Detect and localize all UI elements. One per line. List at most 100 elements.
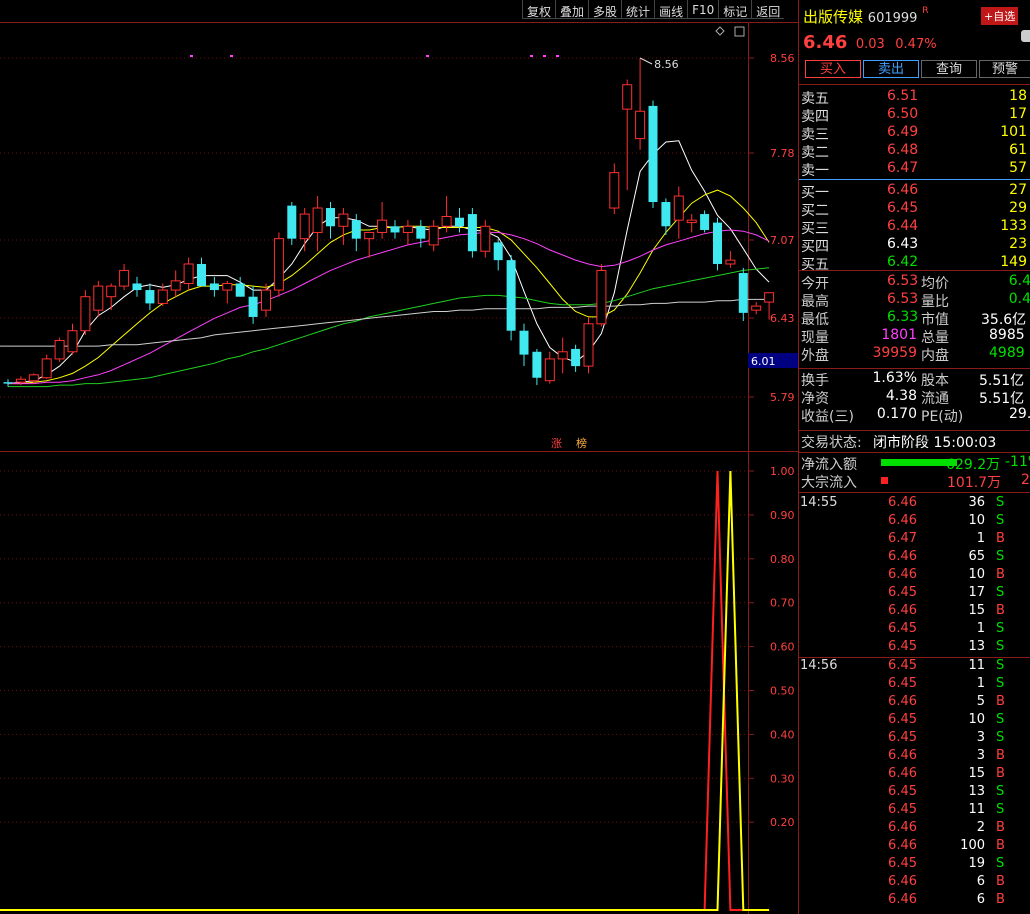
tick-row: 6.45 13 S — [799, 784, 1030, 802]
tick-price: 6.46 — [888, 748, 917, 763]
level-label: 卖五 — [801, 91, 829, 107]
stat-label: PE(动) — [921, 409, 964, 425]
candle-body — [197, 263, 206, 287]
toolbar-draw-button[interactable]: 画线 — [654, 0, 688, 19]
level-price: 6.42 — [887, 254, 919, 270]
level-label: 买四 — [801, 239, 829, 255]
tick-side: S — [996, 712, 1005, 727]
level-price: 6.43 — [887, 236, 919, 252]
stat-label: 均价 — [921, 276, 949, 292]
tick-volume: 10 — [968, 712, 985, 727]
ask-row[interactable]: 卖五 6.51 18 — [799, 88, 1030, 107]
tick-side: S — [996, 784, 1005, 799]
stat-label: 内盘 — [921, 348, 949, 364]
kline-chart[interactable]: 8.56 涨 榜 8.56 7.78 7.07 6.43 5.79 6.01 1.00 0.90 0… — [0, 0, 798, 914]
tick-row: 6.45 13 S — [799, 639, 1030, 657]
candle-body — [416, 226, 426, 239]
candle-body — [713, 222, 722, 264]
tick-time: 14:55 — [800, 495, 838, 510]
bid-row[interactable]: 买三 6.44 133 — [799, 218, 1030, 237]
tick-side: B — [996, 874, 1005, 889]
toolbar-multi-stock-button[interactable]: 多股 — [588, 0, 622, 19]
toolbar-stats-button[interactable]: 统计 — [621, 0, 655, 19]
ask-row[interactable]: 卖三 6.49 101 — [799, 124, 1030, 143]
indicator-tick-label: 0.70 — [770, 597, 795, 610]
bid-row[interactable]: 买二 6.45 29 — [799, 200, 1030, 219]
signal-marker — [426, 55, 429, 57]
ask-row[interactable]: 卖一 6.47 57 — [799, 160, 1030, 179]
level-volume: 61 — [1009, 142, 1027, 158]
sell-button[interactable]: 卖出 — [863, 60, 919, 78]
indicator-tick-label: 0.20 — [770, 816, 795, 829]
tick-row: 6.46 5 B — [799, 694, 1030, 712]
bell-icon[interactable] — [1021, 30, 1030, 42]
candle-body — [67, 330, 78, 353]
tick-time: 14:56 — [800, 658, 838, 673]
toolbar-f10-button[interactable]: F10 — [687, 0, 719, 19]
stat-label: 今开 — [801, 276, 829, 292]
candle-body — [532, 351, 542, 378]
stock-header: 出版传媒 601999 R — [803, 6, 928, 27]
tick-volume: 2 — [976, 820, 985, 835]
toolbar-overlay-button[interactable]: 叠加 — [555, 0, 589, 19]
tick-volume: 10 — [968, 567, 985, 582]
level-volume: 101 — [1000, 124, 1027, 140]
net-inflow-value: -629.2万 — [941, 457, 1001, 473]
toolbar-mark-button[interactable]: 标记 — [718, 0, 752, 19]
level-label: 卖四 — [801, 109, 829, 125]
candle-body — [80, 296, 91, 332]
tick-side: S — [996, 549, 1005, 564]
level-price: 6.51 — [887, 88, 919, 104]
indicator-tick-label: 0.90 — [770, 509, 795, 522]
candle-body — [402, 225, 413, 233]
candle-body — [326, 208, 335, 227]
stock-code: 601999 — [867, 11, 918, 26]
ask-row[interactable]: 卖二 6.48 61 — [799, 142, 1030, 161]
tick-volume: 1 — [976, 621, 985, 636]
tick-side: S — [996, 676, 1005, 691]
tick-side: B — [996, 531, 1005, 546]
tick-row: 6.45 1 S — [799, 621, 1030, 639]
ma-line — [8, 298, 770, 347]
tick-price: 6.46 — [888, 766, 917, 781]
level-price: 6.49 — [887, 124, 919, 140]
tick-list[interactable]: 14:55 6.46 36 S 6.46 10 S 6.47 1 B 6.46 65 S 6.46 10 B 6… — [799, 492, 1030, 910]
toolbar-back-button[interactable]: 返回 — [751, 0, 785, 19]
tick-price: 6.46 — [888, 513, 917, 528]
tick-volume: 5 — [976, 694, 985, 709]
tick-volume: 65 — [968, 549, 985, 564]
tick-side: S — [996, 585, 1005, 600]
level-volume: 27 — [1009, 182, 1027, 198]
signal-marker — [230, 55, 233, 57]
stat-low: 6.33 — [887, 309, 919, 325]
tick-price: 6.46 — [888, 820, 917, 835]
alert-button[interactable]: 预警 — [979, 60, 1030, 78]
candle-body — [673, 195, 684, 221]
candle-body — [583, 323, 594, 367]
candle-body — [157, 289, 168, 304]
ask-row[interactable]: 卖四 6.50 17 — [799, 106, 1030, 125]
bid-row[interactable]: 买四 6.43 23 — [799, 236, 1030, 255]
candle-body — [106, 285, 117, 298]
candle-body — [609, 172, 620, 209]
trade-status-value: 闭市阶段 15:00:03 — [873, 435, 997, 451]
query-button[interactable]: 查询 — [921, 60, 977, 78]
ranking-marker: 榜 — [576, 436, 587, 450]
price-change: 0.03 — [855, 37, 885, 52]
bid-row[interactable]: 买一 6.46 27 — [799, 182, 1030, 201]
candle-body — [506, 260, 516, 331]
candle-body — [93, 285, 104, 311]
add-favorite-button[interactable]: +自选 — [981, 7, 1019, 25]
stat-shares: 5.51亿 — [979, 373, 1025, 389]
toolbar-fuquan-button[interactable]: 复权 — [522, 0, 556, 19]
buy-button[interactable]: 买入 — [805, 60, 861, 78]
tick-volume: 6 — [976, 892, 985, 907]
candle-body — [132, 283, 142, 291]
trade-status-label: 交易状态: — [801, 435, 862, 451]
tick-side: S — [996, 639, 1005, 654]
candle-body — [648, 105, 658, 203]
tick-row: 6.45 10 S — [799, 712, 1030, 730]
candle-body — [248, 296, 258, 317]
stat-label: 市值 — [921, 312, 949, 328]
stat-label: 收益(三) — [801, 409, 854, 425]
